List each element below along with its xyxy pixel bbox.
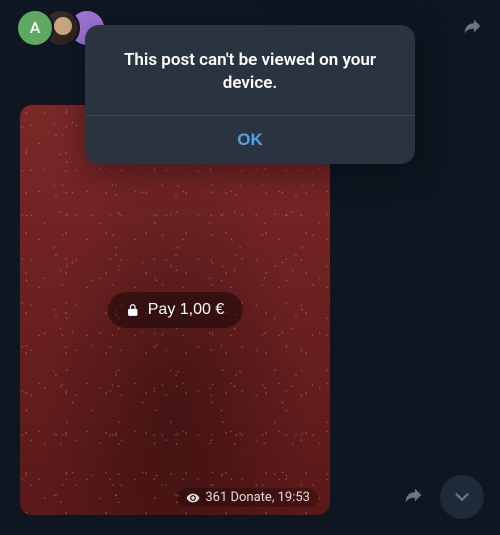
- alert-dialog: This post can't be viewed on your device…: [85, 25, 415, 164]
- ok-button[interactable]: OK: [237, 130, 263, 150]
- dialog-message: This post can't be viewed on your device…: [85, 25, 415, 115]
- dialog-actions: OK: [85, 115, 415, 164]
- dialog-overlay: This post can't be viewed on your device…: [0, 0, 500, 535]
